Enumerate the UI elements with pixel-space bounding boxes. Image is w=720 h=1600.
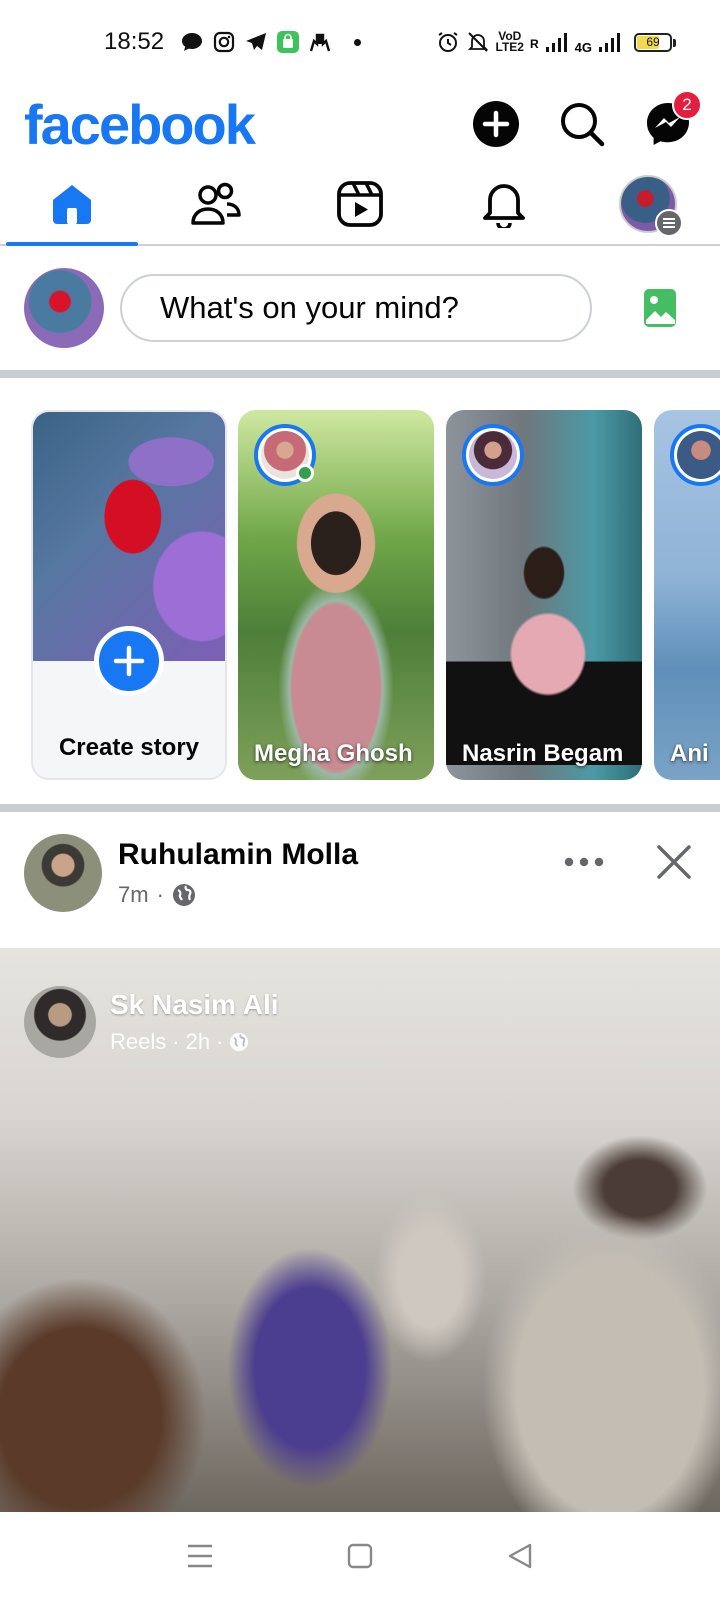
story-avatar — [469, 431, 517, 479]
back-triangle-icon — [508, 1543, 532, 1569]
search-button[interactable] — [558, 100, 606, 148]
post-media[interactable]: Sk Nasim Ali Reels · 2h · — [0, 948, 720, 1512]
post-options-button[interactable] — [562, 840, 606, 884]
create-story-card[interactable]: Create story — [31, 410, 227, 780]
add-story-button[interactable] — [94, 626, 164, 696]
net-type-indicator: 4G — [574, 39, 592, 55]
tab-notifications[interactable] — [432, 164, 576, 244]
profile-avatar — [619, 175, 683, 237]
system-icons: VoD LTE2 R 4G 69 — [436, 30, 676, 55]
photo-icon — [644, 289, 676, 327]
hands-icon — [308, 30, 332, 54]
tab-reels[interactable] — [288, 164, 432, 244]
separator-dot: · — [216, 1029, 224, 1054]
story-avatar — [677, 431, 720, 479]
battery-indicator: 69 — [634, 32, 676, 52]
tab-home[interactable] — [0, 164, 144, 246]
facebook-logo[interactable]: facebook — [24, 92, 256, 157]
tab-menu[interactable] — [576, 164, 720, 244]
plus-circle-icon — [473, 101, 519, 147]
chat-bubble-icon — [180, 30, 204, 54]
tab-friends[interactable] — [144, 164, 288, 244]
post-actions — [562, 834, 696, 884]
back-button[interactable] — [490, 1526, 550, 1586]
messenger-button[interactable]: 2 — [644, 90, 702, 148]
menu-lines-icon — [188, 1544, 212, 1568]
photo-button[interactable] — [640, 288, 680, 328]
shared-subline: Reels · 2h · — [110, 1029, 279, 1055]
story-card[interactable]: Nasrin Begam — [446, 410, 642, 780]
story-avatar-ring — [462, 424, 524, 486]
shared-source: Reels — [110, 1029, 167, 1054]
messenger-badge: 2 — [672, 90, 702, 120]
online-indicator — [296, 464, 314, 482]
plus-icon — [113, 645, 145, 677]
story-author: Ani — [670, 740, 709, 767]
signal-icon-2 — [598, 30, 622, 54]
volte-indicator: VoD LTE2 — [495, 30, 524, 54]
create-story-label: Create story — [58, 734, 200, 761]
roaming-indicator: R — [529, 36, 539, 51]
square-icon — [347, 1543, 373, 1569]
story-author: Nasrin Begam — [462, 740, 624, 767]
status-input-placeholder: What's on your mind? — [160, 290, 459, 325]
create-button[interactable] — [472, 100, 520, 148]
globe-icon — [230, 1032, 249, 1052]
friends-icon — [191, 182, 241, 225]
recent-apps-button[interactable] — [170, 1526, 230, 1586]
post-header: Ruhulamin Molla 7m · — [0, 812, 720, 948]
story-card[interactable]: Ani — [654, 410, 720, 780]
shared-author-name[interactable]: Sk Nasim Ali — [110, 989, 279, 1021]
header-actions: 2 — [472, 90, 702, 148]
reels-icon — [337, 181, 383, 227]
alarm-icon — [436, 30, 460, 54]
hide-post-button[interactable] — [652, 840, 696, 884]
story-author: Megha Ghosh — [254, 740, 413, 767]
separator-dot: · — [156, 882, 164, 907]
post-subline: 7m · — [118, 882, 358, 908]
app-header: facebook 2 — [0, 84, 720, 164]
bell-icon — [483, 184, 525, 228]
shared-meta: Sk Nasim Ali Reels · 2h · — [110, 989, 279, 1055]
system-nav-bar — [0, 1512, 720, 1600]
status-time: 18:52 — [104, 28, 165, 55]
more-horizontal-icon — [564, 857, 604, 867]
tab-bar — [0, 164, 720, 246]
home-icon — [53, 185, 91, 224]
shared-time: 2h — [185, 1029, 211, 1054]
home-button[interactable] — [330, 1526, 390, 1586]
user-avatar[interactable] — [24, 268, 104, 348]
shared-author-avatar[interactable] — [24, 986, 96, 1058]
notification-icons — [180, 30, 362, 54]
post-composer: What's on your mind? — [0, 246, 720, 378]
story-avatar-ring — [254, 424, 316, 486]
post-author-avatar[interactable] — [24, 834, 102, 912]
bell-off-icon — [466, 30, 490, 54]
menu-icon — [655, 209, 683, 237]
battery-value: 69 — [646, 35, 660, 49]
globe-icon — [172, 884, 195, 906]
create-story-photo — [33, 412, 225, 661]
stories-tray: Create story Megha Ghosh Nasrin Begam An… — [0, 378, 720, 812]
shared-reel-header: Sk Nasim Ali Reels · 2h · — [24, 986, 279, 1058]
instagram-icon — [212, 30, 236, 54]
story-card[interactable]: Megha Ghosh — [238, 410, 434, 780]
telegram-icon — [244, 30, 268, 54]
status-input[interactable]: What's on your mind? — [120, 274, 592, 342]
status-bar: 18:52 VoD LTE2 R 4G 69 — [0, 0, 720, 84]
close-icon — [657, 845, 691, 879]
search-icon — [561, 103, 605, 147]
post-time[interactable]: 7m — [118, 882, 149, 908]
post-meta: Ruhulamin Molla 7m · — [118, 834, 358, 908]
post-author-name[interactable]: Ruhulamin Molla — [118, 838, 358, 872]
volte-bottom: LTE2 — [495, 40, 524, 54]
signal-icon — [545, 30, 569, 54]
separator-dot: · — [172, 1029, 180, 1054]
more-notifications-dot — [354, 38, 362, 46]
shopping-bag-icon — [276, 30, 300, 54]
